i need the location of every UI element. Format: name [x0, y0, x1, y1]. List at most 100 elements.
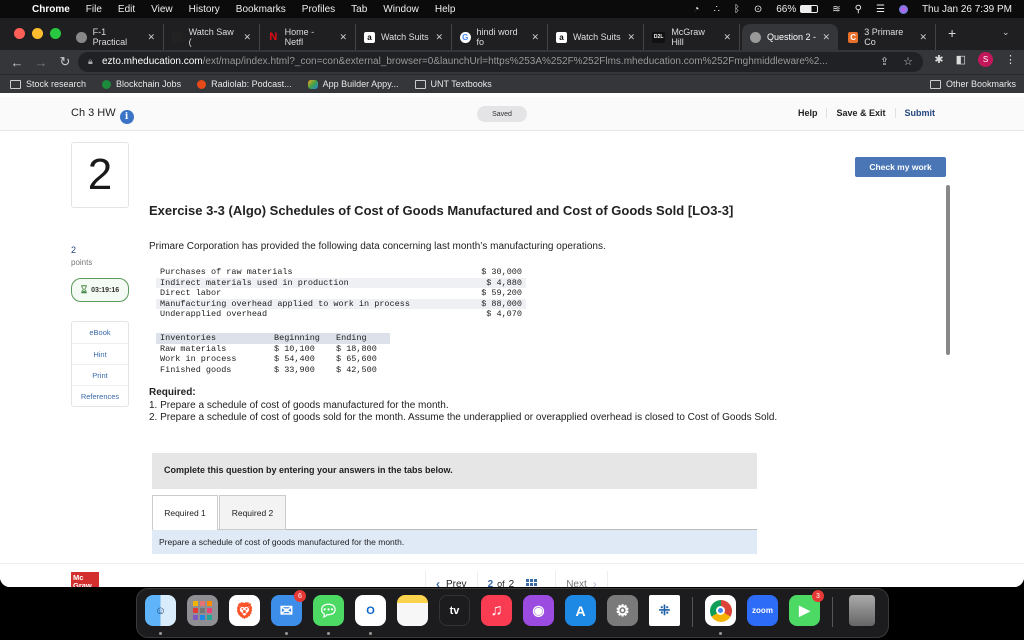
save-exit-link[interactable]: Save & Exit — [826, 108, 894, 118]
close-window-button[interactable] — [14, 28, 25, 39]
address-bar[interactable]: 🔒︎ ezto.mheducation.com/ext/map/index.ht… — [78, 52, 923, 72]
menu-view[interactable]: View — [151, 4, 173, 15]
browser-tab[interactable]: C 3 Primare Co ✕ — [840, 24, 936, 50]
menu-window[interactable]: Window — [383, 4, 419, 15]
browser-tab[interactable]: a Watch Suits ✕ — [548, 24, 644, 50]
maximize-window-button[interactable] — [50, 28, 61, 39]
finder-icon[interactable]: ☺ — [145, 595, 176, 626]
print-link[interactable]: Print — [72, 364, 128, 385]
close-tab-icon[interactable]: ✕ — [717, 32, 731, 43]
back-button[interactable]: ← — [10, 55, 24, 70]
close-tab-icon[interactable]: ✕ — [816, 32, 830, 43]
browser-tab[interactable]: Ghindi word fo ✕ — [452, 24, 548, 50]
launchpad-icon[interactable] — [187, 595, 218, 626]
ebook-link[interactable]: eBook — [72, 322, 128, 343]
references-link[interactable]: References — [72, 385, 128, 406]
tab-label: Watch Suits — [573, 32, 621, 42]
control-center-icon[interactable]: ☰ — [876, 4, 885, 15]
extensions-icon[interactable]: ✱ — [934, 53, 943, 66]
siri-icon[interactable] — [898, 4, 908, 14]
minimize-window-button[interactable] — [32, 28, 43, 39]
reload-button[interactable]: ↻ — [58, 54, 72, 70]
profile-avatar[interactable]: S — [978, 52, 993, 67]
menu-profiles[interactable]: Profiles — [302, 4, 335, 15]
menu-file[interactable]: File — [86, 4, 102, 15]
play-icon[interactable]: ⊙ — [754, 4, 762, 15]
music-icon[interactable]: ♫ — [481, 595, 512, 626]
bookmark-unt-textbooks[interactable]: UNT Textbooks — [414, 79, 492, 89]
menu-history[interactable]: History — [189, 4, 220, 15]
scrollbar[interactable] — [946, 185, 950, 355]
side-panel-icon[interactable]: ◧ — [956, 53, 966, 66]
tableau-icon[interactable]: ⁜ — [649, 595, 680, 626]
menu-edit[interactable]: Edit — [118, 4, 135, 15]
close-tab-icon[interactable]: ✕ — [525, 32, 539, 43]
share-icon[interactable]: ⇪ — [880, 55, 889, 68]
trash-icon[interactable] — [849, 595, 875, 626]
submit-link[interactable]: Submit — [894, 108, 945, 118]
lock-icon[interactable]: 🔒︎ — [88, 56, 93, 67]
assignment-header: Ch 3 HW i Saved Help Save & Exit Submit — [0, 97, 1024, 131]
tab-required-2[interactable]: Required 2 — [219, 495, 286, 530]
browser-tab[interactable]: F-1 Practical ✕ — [68, 24, 164, 50]
chrome-icon[interactable] — [705, 595, 736, 626]
menu-app-name[interactable]: Chrome — [32, 4, 70, 15]
spotlight-icon[interactable]: ⚲ — [855, 4, 862, 15]
bookmark-stock-research[interactable]: Stock research — [10, 79, 86, 89]
close-tab-icon[interactable]: ✕ — [429, 32, 443, 43]
wifi-icon[interactable]: ≋ — [832, 4, 840, 15]
other-bookmarks[interactable]: Other Bookmarks — [929, 79, 1016, 89]
table-row: Indirect materials used in production $ 4… — [156, 277, 526, 289]
bookmark-radiolab[interactable]: Radiolab: Podcast... — [197, 79, 292, 89]
brave-icon[interactable]: 🦁︎ — [229, 595, 260, 626]
bookmark-blockchain-jobs[interactable]: Blockchain Jobs — [102, 79, 181, 89]
check-my-work-button[interactable]: Check my work — [855, 157, 946, 177]
chevron-right-icon: › — [592, 577, 597, 587]
battery-percent[interactable]: 66% — [776, 4, 796, 15]
menu-tab[interactable]: Tab — [351, 4, 367, 15]
info-icon[interactable]: i — [119, 110, 134, 124]
running-indicator — [369, 632, 372, 635]
next-button[interactable]: Next › — [566, 577, 597, 587]
messages-icon[interactable]: 💬︎ — [313, 595, 344, 626]
clock[interactable]: Thu Jan 26 7:39 PM — [922, 4, 1012, 15]
browser-tab-active[interactable]: Question 2 - ✕ — [742, 24, 838, 50]
help-link[interactable]: Help — [789, 108, 827, 118]
system-preferences-icon[interactable]: ⚙ — [607, 595, 638, 626]
browser-tab[interactable]: a Watch Suits ✕ — [356, 24, 452, 50]
close-tab-icon[interactable]: ✕ — [237, 32, 251, 43]
tab-required-1[interactable]: Required 1 — [152, 495, 218, 531]
hint-link[interactable]: Hint — [72, 343, 128, 364]
browser-tab[interactable]: N Home - Netfl ✕ — [260, 24, 356, 50]
bookmark-star-icon[interactable]: ☆ — [903, 55, 913, 68]
focus-icon[interactable]: ◔ — [693, 4, 699, 15]
bluetooth-icon[interactable]: ᛒ — [734, 4, 740, 15]
new-tab-button[interactable]: + — [948, 25, 956, 41]
zoom-icon[interactable]: zoom — [747, 595, 778, 626]
close-tab-icon[interactable]: ✕ — [333, 32, 347, 43]
apple-tv-icon[interactable]: tv — [439, 595, 470, 626]
bookmark-app-builder[interactable]: App Builder Appy... — [307, 79, 399, 89]
close-tab-icon[interactable]: ✕ — [141, 32, 155, 43]
notes-icon[interactable] — [397, 595, 428, 626]
menu-help[interactable]: Help — [435, 4, 456, 15]
instructions-banner: Complete this question by entering your … — [152, 453, 757, 489]
control-icon[interactable]: ∴ — [713, 4, 719, 15]
app-store-icon[interactable]: A — [565, 595, 596, 626]
outlook-icon[interactable]: O — [355, 595, 386, 626]
podcasts-icon[interactable]: ◉ — [523, 595, 554, 626]
browser-tab[interactable]: D2L McGraw Hill ✕ — [644, 24, 740, 50]
mail-icon[interactable]: ✉ 6 — [271, 590, 306, 626]
more-menu-icon[interactable]: ⋮ — [1005, 53, 1016, 66]
prev-button[interactable]: ‹ Prev — [436, 577, 467, 587]
close-tab-icon[interactable]: ✕ — [621, 32, 635, 43]
url-text[interactable]: ezto.mheducation.com/ext/map/index.html?… — [102, 56, 828, 67]
tab-search-chevron-icon[interactable]: ⌄ — [1002, 27, 1010, 38]
facetime-icon[interactable]: ▶ 3 — [789, 590, 824, 626]
forward-button[interactable]: → — [34, 55, 48, 70]
close-tab-icon[interactable]: ✕ — [913, 32, 927, 43]
menu-bookmarks[interactable]: Bookmarks — [236, 4, 286, 15]
table-row: Purchases of raw materials $ 30,000 — [156, 267, 526, 278]
browser-tab[interactable]: Watch Saw (✕ — [164, 24, 260, 50]
question-grid-icon[interactable] — [526, 578, 538, 587]
